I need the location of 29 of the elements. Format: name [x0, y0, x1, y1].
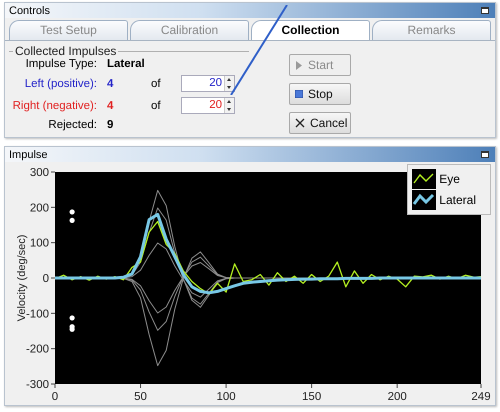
field-value: 4 — [107, 100, 114, 112]
field-label: Rejected: — [47, 119, 98, 131]
field-value: 9 — [107, 119, 114, 131]
axis-tick-label: 50 — [134, 391, 147, 403]
field-value: 4 — [107, 78, 114, 90]
panel-title: Impulse — [9, 148, 48, 160]
axis-tick-label: -300 — [26, 379, 49, 391]
axis-tick-label: 200 — [388, 391, 407, 403]
y-axis-label: Velocity (deg/sec) — [16, 234, 28, 322]
of-label: of — [151, 78, 162, 90]
panel-title: Controls — [9, 4, 50, 16]
axis-tick-label: 0 — [52, 391, 58, 403]
legend-label: Lateral — [439, 193, 476, 207]
axis-tick-label: -200 — [26, 344, 49, 356]
field-value: Lateral — [107, 58, 146, 70]
of-label: of — [151, 100, 162, 112]
group-title: Collected Impulses — [14, 44, 118, 58]
axis-tick-label: 100 — [216, 391, 236, 403]
axis-tick-label: -100 — [26, 308, 49, 320]
axis-tick-label: 100 — [30, 238, 49, 250]
axis-tick-label: 300 — [30, 167, 49, 179]
legend-label: Eye — [439, 172, 460, 186]
field-label: Right (negative): — [12, 100, 98, 112]
axis-tick-label: 200 — [30, 202, 49, 214]
field-label: Impulse Type: — [24, 58, 98, 70]
field-label: Left (positive): — [24, 78, 98, 90]
axis-tick-label: 0 — [42, 273, 49, 285]
axis-tick-label: 150 — [302, 391, 322, 403]
axis-tick-label: 249 — [471, 391, 491, 403]
